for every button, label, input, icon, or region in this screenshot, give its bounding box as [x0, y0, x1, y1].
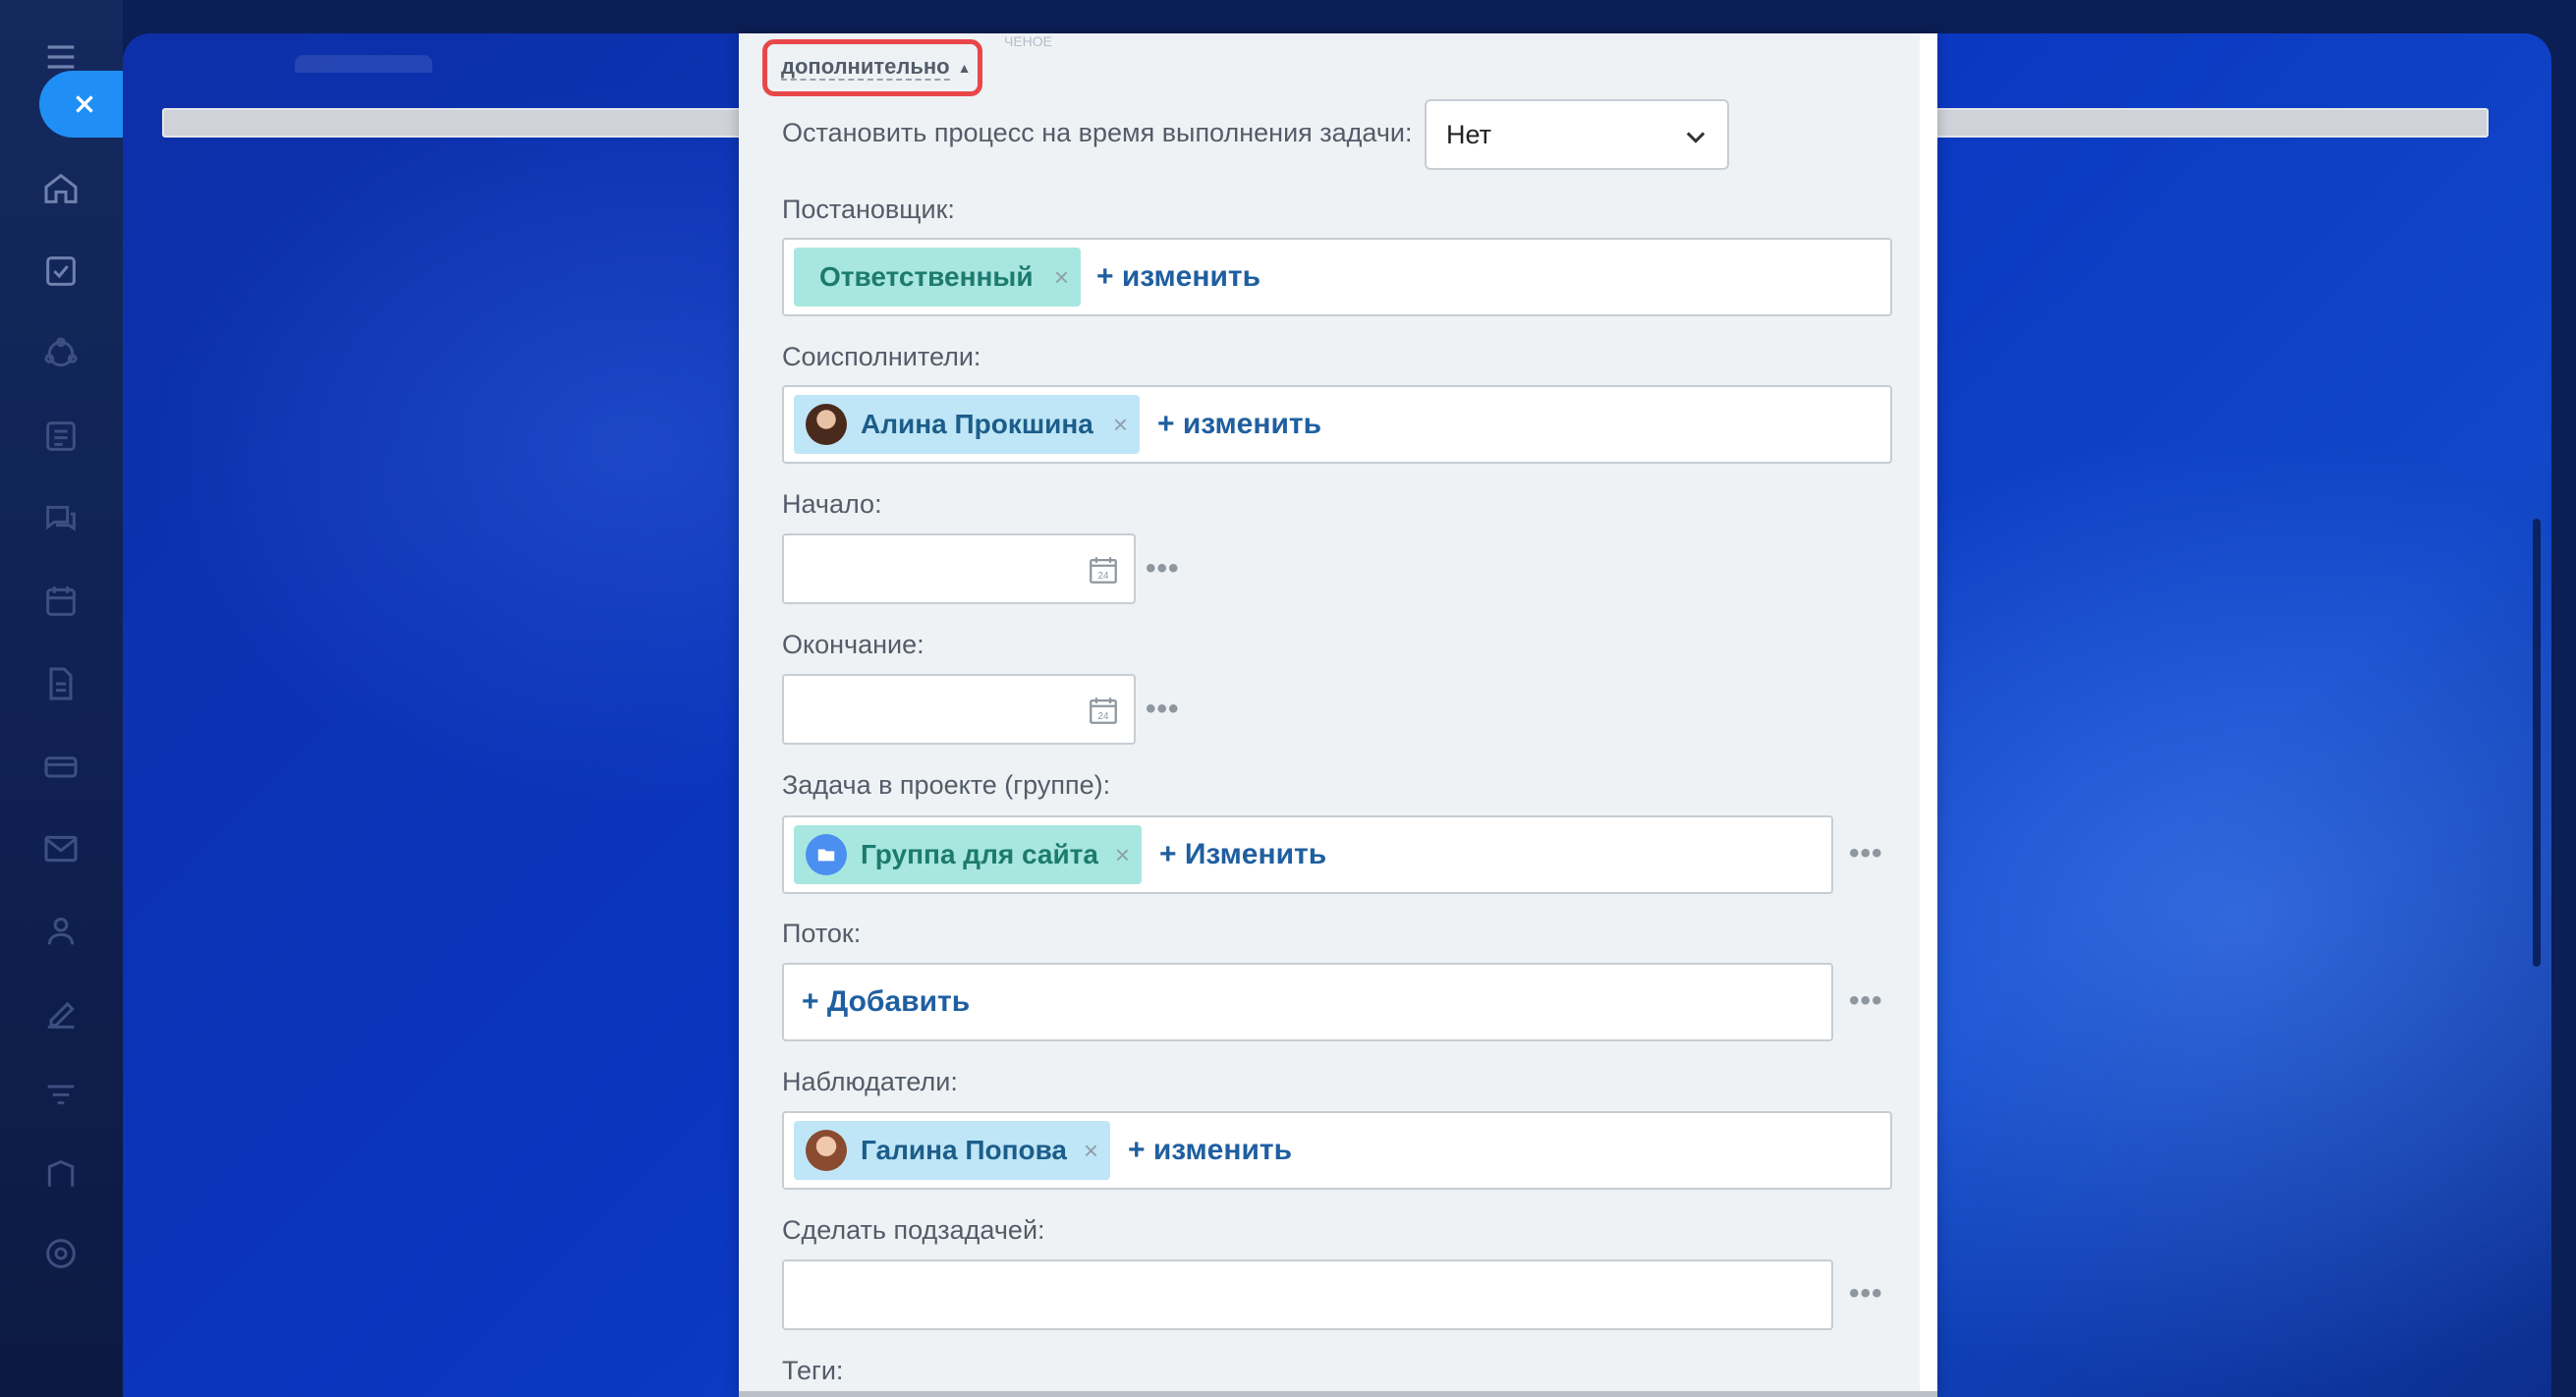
- flow-field[interactable]: + Добавить: [782, 963, 1833, 1041]
- observers-label: Наблюдатели:: [782, 1067, 958, 1096]
- co-executors-change-link[interactable]: + изменить: [1157, 387, 1321, 462]
- faint-header-text: ЧЕНОЕ: [1004, 33, 1053, 49]
- avatar: [806, 1130, 847, 1171]
- tasks-icon[interactable]: [35, 246, 86, 297]
- more-options-link[interactable]: дополнительно ▲: [762, 39, 982, 96]
- stop-process-label: Остановить процесс на время выполнения з…: [782, 118, 1413, 147]
- chevron-down-icon: [1686, 132, 1706, 143]
- svg-text:24: 24: [1097, 571, 1109, 582]
- crm-icon[interactable]: [35, 328, 86, 379]
- remove-tag-icon[interactable]: ×: [1115, 840, 1130, 870]
- creator-change-link[interactable]: + изменить: [1096, 240, 1260, 314]
- settings-icon[interactable]: [35, 1228, 86, 1279]
- contacts-icon[interactable]: [35, 906, 86, 957]
- left-sidebar: [0, 0, 123, 1397]
- end-label: Окончание:: [782, 630, 924, 659]
- chat-icon[interactable]: [35, 493, 86, 544]
- co-executors-label: Соисполнители:: [782, 342, 981, 371]
- panel-bottom-edge: [739, 1391, 1937, 1397]
- avatar: [806, 404, 847, 445]
- page-scrollbar[interactable]: [2533, 519, 2541, 967]
- remove-tag-icon[interactable]: ×: [1054, 262, 1069, 293]
- automation-icon[interactable]: [35, 1149, 86, 1201]
- background-tab: [295, 55, 432, 73]
- start-label: Начало:: [782, 489, 882, 519]
- close-slider-button[interactable]: [39, 71, 130, 138]
- end-date-input[interactable]: 24: [782, 674, 1136, 745]
- subtask-input[interactable]: [782, 1259, 1833, 1330]
- end-more-dots[interactable]: •••: [1146, 693, 1180, 726]
- svg-text:24: 24: [1097, 711, 1109, 722]
- observer-name: Галина Попова: [861, 1135, 1067, 1165]
- observers-change-link[interactable]: + изменить: [1128, 1113, 1292, 1188]
- flow-more-dots[interactable]: •••: [1849, 984, 1883, 1018]
- task-settings-panel: ЧЕНОЕ дополнительно ▲ Остановить процесс…: [739, 33, 1937, 1397]
- start-date-input[interactable]: 24: [782, 533, 1136, 604]
- project-field[interactable]: Группа для сайта × + Изменить: [782, 815, 1833, 894]
- flow-label: Поток:: [782, 919, 862, 948]
- stop-process-value: Нет: [1446, 119, 1491, 149]
- subtask-label: Сделать подзадачей:: [782, 1215, 1045, 1245]
- feed-icon[interactable]: [35, 411, 86, 462]
- creator-tag: Ответственный ×: [794, 248, 1081, 307]
- subtask-more-dots[interactable]: •••: [1849, 1277, 1883, 1311]
- remove-tag-icon[interactable]: ×: [1084, 1136, 1098, 1166]
- more-options-label: дополнительно: [781, 54, 950, 81]
- flow-add-link[interactable]: + Добавить: [802, 965, 970, 1039]
- calendar-icon[interactable]: 24: [1087, 553, 1120, 587]
- creator-tag-label: Ответственный: [819, 261, 1034, 292]
- observer-tag: Галина Попова ×: [794, 1121, 1110, 1180]
- stop-process-select[interactable]: Нет: [1425, 99, 1729, 170]
- mail-icon[interactable]: [35, 823, 86, 874]
- filter-icon[interactable]: [35, 1071, 86, 1122]
- project-change-link[interactable]: + Изменить: [1159, 817, 1326, 892]
- project-more-dots[interactable]: •••: [1849, 837, 1883, 870]
- folder-icon: [806, 834, 847, 875]
- calendar-icon[interactable]: [35, 576, 86, 627]
- panel-scrollbar[interactable]: [1920, 33, 1937, 1397]
- project-label: Задача в проекте (группе):: [782, 770, 1111, 800]
- co-executor-tag: Алина Прокшина ×: [794, 395, 1140, 454]
- creator-label: Постановщик:: [782, 195, 955, 224]
- co-executor-name: Алина Прокшина: [861, 409, 1093, 439]
- close-icon: [76, 95, 93, 113]
- calendar-icon[interactable]: 24: [1087, 694, 1120, 727]
- store-icon[interactable]: [35, 741, 86, 792]
- project-tag: Группа для сайта ×: [794, 825, 1142, 884]
- docs-icon[interactable]: [35, 658, 86, 709]
- observers-field[interactable]: Галина Попова × + изменить: [782, 1111, 1892, 1190]
- project-name: Группа для сайта: [861, 839, 1098, 869]
- creator-field[interactable]: Ответственный × + изменить: [782, 238, 1892, 316]
- sign-icon[interactable]: [35, 988, 86, 1039]
- co-executors-field[interactable]: Алина Прокшина × + изменить: [782, 385, 1892, 464]
- home-icon[interactable]: [35, 163, 86, 214]
- tags-label: Теги:: [782, 1356, 844, 1385]
- caret-up-icon: ▲: [957, 60, 972, 76]
- remove-tag-icon[interactable]: ×: [1113, 410, 1128, 440]
- start-more-dots[interactable]: •••: [1146, 552, 1180, 586]
